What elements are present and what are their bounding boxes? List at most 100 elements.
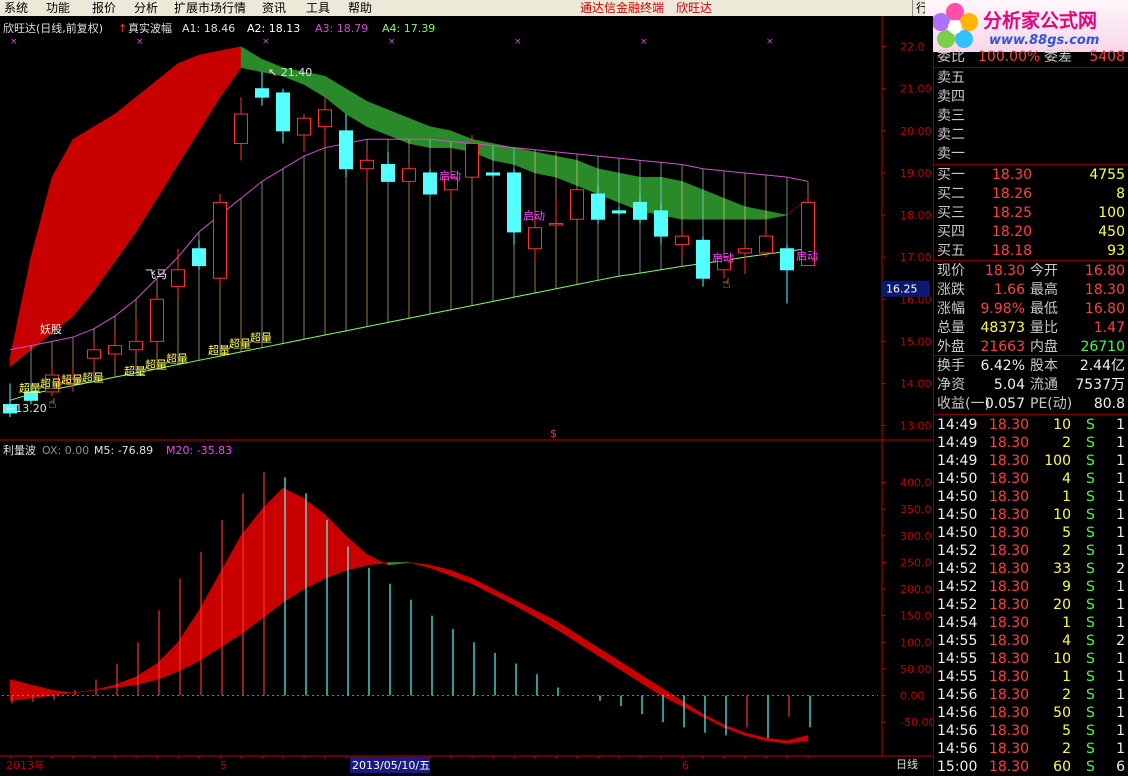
- buy-level-row: 买二 18.26 8: [934, 185, 1128, 203]
- tick-price: 18.30: [989, 615, 1030, 631]
- menu-item-system[interactable]: 系统: [4, 0, 28, 16]
- price-tick-label: 15.00: [900, 335, 932, 348]
- stat-value: 16.80: [1084, 263, 1125, 279]
- stat-row: 涨幅 9.98% 最低 16.80: [934, 300, 1128, 318]
- buy-level-volume: 100: [1098, 205, 1125, 221]
- stat-value: 16.80: [1084, 301, 1125, 317]
- signal-label: 启动: [712, 251, 734, 264]
- tick-price: 18.30: [989, 561, 1030, 577]
- buy-level-price: 18.18: [992, 243, 1033, 259]
- sell-level-label: 卖二: [937, 127, 965, 143]
- tick-price: 18.30: [989, 723, 1030, 739]
- tick-price: 18.30: [989, 597, 1030, 613]
- candle-body: [570, 189, 584, 220]
- tick-row: 14:50 18.30 5 S 1: [934, 524, 1128, 542]
- trend-band-segment: [114, 96, 137, 263]
- candle-body: [696, 239, 710, 279]
- stat-label: 最低: [1030, 301, 1058, 317]
- tick-volume: 2: [1062, 741, 1071, 757]
- volume-wave-segment: [303, 498, 326, 590]
- candle-body: [759, 235, 773, 254]
- tick-row: 15:00 18.30 60 S 6: [934, 758, 1128, 776]
- buy-level-label: 买五: [937, 243, 965, 259]
- candle-body: [276, 92, 290, 132]
- menu-item-quote[interactable]: 报价: [92, 0, 116, 16]
- candle-body: [339, 130, 353, 170]
- buy-level-volume: 93: [1107, 243, 1125, 259]
- buy-level-price: 18.26: [992, 186, 1033, 202]
- stat-value: 26710: [1080, 339, 1125, 355]
- tick-side: S: [1086, 579, 1095, 595]
- tick-price: 18.30: [989, 471, 1030, 487]
- candle-body: [612, 210, 626, 214]
- top-marker-icon: ×: [10, 37, 18, 47]
- stat-label: 总量: [937, 320, 965, 336]
- tick-volume: 10: [1053, 417, 1071, 433]
- ratio-value: 100.00%: [978, 49, 1041, 65]
- fund-label: 收益(一): [937, 396, 990, 412]
- tick-time: 14:52: [937, 561, 978, 577]
- diff-label: 委差: [1044, 49, 1072, 65]
- tick-volume: 60: [1053, 759, 1071, 775]
- stat-label: 最高: [1030, 282, 1058, 298]
- sell-level-label: 卖三: [937, 108, 965, 124]
- stat-label: 涨幅: [937, 301, 965, 317]
- menu-item-tools[interactable]: 工具: [306, 0, 330, 16]
- tick-row: 14:55 18.30 4 S 2: [934, 632, 1128, 650]
- date-label-2013: 2013年: [6, 758, 45, 772]
- tick-time: 14:55: [937, 669, 978, 685]
- candle-body: [633, 201, 647, 220]
- tick-volume: 9: [1062, 579, 1071, 595]
- tick-count: 1: [1116, 615, 1125, 631]
- candle-body: [234, 113, 248, 144]
- sell-level-row: 卖二: [934, 126, 1128, 144]
- menu-item-info[interactable]: 资讯: [262, 0, 286, 16]
- tick-time: 14:49: [937, 435, 978, 451]
- buy-level-price: 18.25: [992, 205, 1033, 221]
- tick-row: 14:56 18.30 2 S 1: [934, 686, 1128, 704]
- signal-label: 启动: [523, 209, 545, 222]
- candle-body: [654, 210, 668, 237]
- indicator-a2: A2: 18.13: [247, 22, 300, 35]
- stat-label: 量比: [1030, 320, 1058, 336]
- tick-side: S: [1086, 597, 1095, 613]
- tick-time: 14:55: [937, 633, 978, 649]
- logo-title: 分析家公式网: [983, 10, 1098, 32]
- candle-body: [87, 349, 101, 359]
- tick-row: 14:52 18.30 2 S 1: [934, 542, 1128, 560]
- tick-side: S: [1086, 525, 1095, 541]
- tick-side: S: [1086, 669, 1095, 685]
- fund-value: 7537万: [1075, 377, 1125, 393]
- indicator-a3: A3: 18.79: [315, 22, 368, 35]
- candle-body: [255, 88, 269, 98]
- indicator-a4: A4: 17.39: [382, 22, 435, 35]
- tick-time: 14:52: [937, 597, 978, 613]
- stat-value: 9.98%: [980, 301, 1025, 317]
- stat-value: 18.30: [984, 263, 1025, 279]
- candle-body: [675, 235, 689, 246]
- tick-count: 1: [1116, 723, 1125, 739]
- menu-item-help[interactable]: 帮助: [348, 0, 372, 16]
- tick-row: 14:50 18.30 4 S 1: [934, 470, 1128, 488]
- tick-price: 18.30: [989, 489, 1030, 505]
- dollar-marker-icon: $: [550, 427, 557, 440]
- signal-label: 超量: [124, 364, 146, 378]
- signal-label: 超量: [82, 370, 104, 384]
- period-button[interactable]: 日线: [896, 757, 918, 771]
- tick-side: S: [1086, 759, 1095, 775]
- tick-row: 14:49 18.30 100 S 1: [934, 452, 1128, 470]
- date-label-june: 6: [682, 759, 689, 772]
- candle: [150, 295, 164, 350]
- menu-item-extended-market[interactable]: 扩展市场行情: [174, 0, 246, 16]
- hand-pointer-icon: ☝: [722, 276, 731, 292]
- sub-ox: OX: 0.00: [42, 444, 89, 457]
- tick-side: S: [1086, 561, 1095, 577]
- menu-item-analysis[interactable]: 分析: [134, 0, 158, 16]
- stat-row: 涨跌 1.66 最高 18.30: [934, 281, 1128, 299]
- signal-label: 超量: [61, 372, 83, 386]
- wave-tick-label: 300.0: [900, 530, 932, 543]
- menu-item-function[interactable]: 功能: [46, 0, 70, 16]
- sub-chart-title: 利量波: [3, 444, 36, 457]
- quote-panel: 委比 100.00% 委差 5408 卖五 卖四 卖三 卖二 卖一 买一 18.30 475…: [933, 49, 1128, 776]
- buy-level-label: 买四: [937, 224, 965, 240]
